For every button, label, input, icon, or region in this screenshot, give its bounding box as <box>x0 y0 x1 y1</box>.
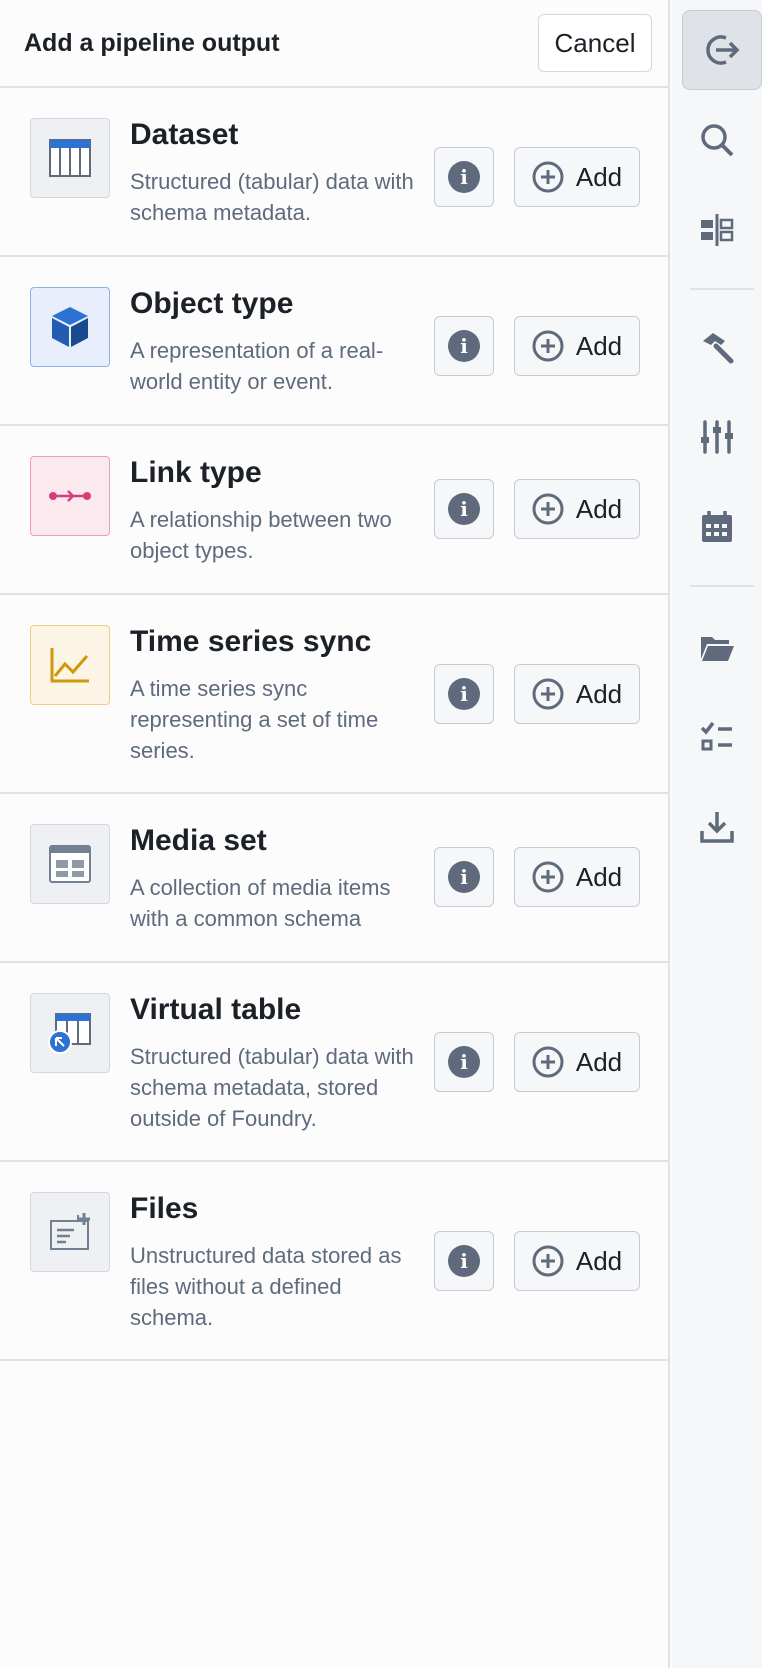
list-item-object-type: Object type A representation of a real-w… <box>0 257 668 426</box>
list-item-dataset: Dataset Structured (tabular) data with s… <box>0 88 668 257</box>
item-description: A collection of media items with a commo… <box>130 875 391 931</box>
info-button[interactable]: i <box>434 1032 494 1092</box>
calendar-icon[interactable] <box>682 492 752 562</box>
add-label: Add <box>575 1046 623 1077</box>
item-description: A relationship between two object types. <box>130 507 392 563</box>
virtual-table-icon <box>30 993 110 1073</box>
right-sidebar <box>672 0 762 1668</box>
item-title: Virtual table <box>130 993 302 1026</box>
add-label: Add <box>575 330 623 361</box>
plus-circle-icon <box>532 678 564 710</box>
link-arrow-icon <box>30 456 110 536</box>
plus-circle-icon <box>532 1046 564 1078</box>
exit-icon[interactable] <box>682 10 762 90</box>
layout-icon[interactable] <box>682 195 752 265</box>
add-button[interactable]: Add <box>514 847 640 907</box>
add-button[interactable]: Add <box>514 664 640 724</box>
folder-icon[interactable] <box>682 612 752 682</box>
info-icon: i <box>448 1046 480 1078</box>
item-description: Structured (tabular) data with schema me… <box>130 1044 414 1131</box>
line-chart-icon <box>30 625 110 705</box>
sidebar-divider <box>690 585 754 587</box>
plus-circle-icon <box>532 161 564 193</box>
add-label: Add <box>575 161 623 192</box>
panel-header: Add a pipeline output Cancel <box>0 0 668 88</box>
info-icon: i <box>448 493 480 525</box>
list-item-virtual-table: Virtual table Structured (tabular) data … <box>0 963 668 1162</box>
info-icon: i <box>448 161 480 193</box>
item-description: Unstructured data stored as files withou… <box>130 1243 402 1330</box>
item-title: Object type <box>130 287 294 320</box>
panel-title: Add a pipeline output <box>24 28 280 57</box>
add-button[interactable]: Add <box>514 1032 640 1092</box>
table-icon <box>30 118 110 198</box>
item-title: Files <box>130 1192 199 1225</box>
plus-circle-icon <box>532 493 564 525</box>
info-icon: i <box>448 678 480 710</box>
list-item-media-set: Media set A collection of media items wi… <box>0 794 668 963</box>
checklist-icon[interactable] <box>682 702 752 772</box>
cancel-button[interactable]: Cancel <box>538 14 652 72</box>
download-icon[interactable] <box>682 792 752 862</box>
info-icon: i <box>448 1245 480 1277</box>
plus-circle-icon <box>532 861 564 893</box>
add-label: Add <box>575 678 623 709</box>
list-item-files: Files Unstructured data stored as files … <box>0 1162 668 1361</box>
info-icon: i <box>448 330 480 362</box>
cube-icon <box>30 287 110 367</box>
add-label: Add <box>575 493 623 524</box>
search-icon[interactable] <box>682 105 752 175</box>
plus-circle-icon <box>532 1245 564 1277</box>
info-button[interactable]: i <box>434 479 494 539</box>
info-button[interactable]: i <box>434 147 494 207</box>
sliders-icon[interactable] <box>682 402 752 472</box>
list-item-link-type: Link type A relationship between two obj… <box>0 426 668 595</box>
info-button[interactable]: i <box>434 1231 494 1291</box>
item-description: A representation of a real-world entity … <box>130 338 384 394</box>
info-icon: i <box>448 861 480 893</box>
item-description: A time series sync representing a set of… <box>130 676 379 763</box>
info-button[interactable]: i <box>434 847 494 907</box>
hammer-icon[interactable] <box>682 312 752 382</box>
item-title: Media set <box>130 824 267 857</box>
add-label: Add <box>575 1245 623 1276</box>
add-button[interactable]: Add <box>514 316 640 376</box>
item-title: Dataset <box>130 118 239 151</box>
plus-circle-icon <box>532 330 564 362</box>
info-button[interactable]: i <box>434 664 494 724</box>
add-button[interactable]: Add <box>514 147 640 207</box>
add-button[interactable]: Add <box>514 1231 640 1291</box>
info-button[interactable]: i <box>434 316 494 376</box>
media-icon <box>30 824 110 904</box>
add-output-panel: Add a pipeline output Cancel Dataset Str… <box>0 0 670 1668</box>
files-icon <box>30 1192 110 1272</box>
list-item-time-series-sync: Time series sync A time series sync repr… <box>0 595 668 794</box>
item-title: Link type <box>130 456 262 489</box>
add-button[interactable]: Add <box>514 479 640 539</box>
sidebar-divider <box>690 288 754 290</box>
item-description: Structured (tabular) data with schema me… <box>130 169 414 225</box>
item-title: Time series sync <box>130 625 372 658</box>
add-label: Add <box>575 861 623 892</box>
output-type-list: Dataset Structured (tabular) data with s… <box>0 88 668 1361</box>
